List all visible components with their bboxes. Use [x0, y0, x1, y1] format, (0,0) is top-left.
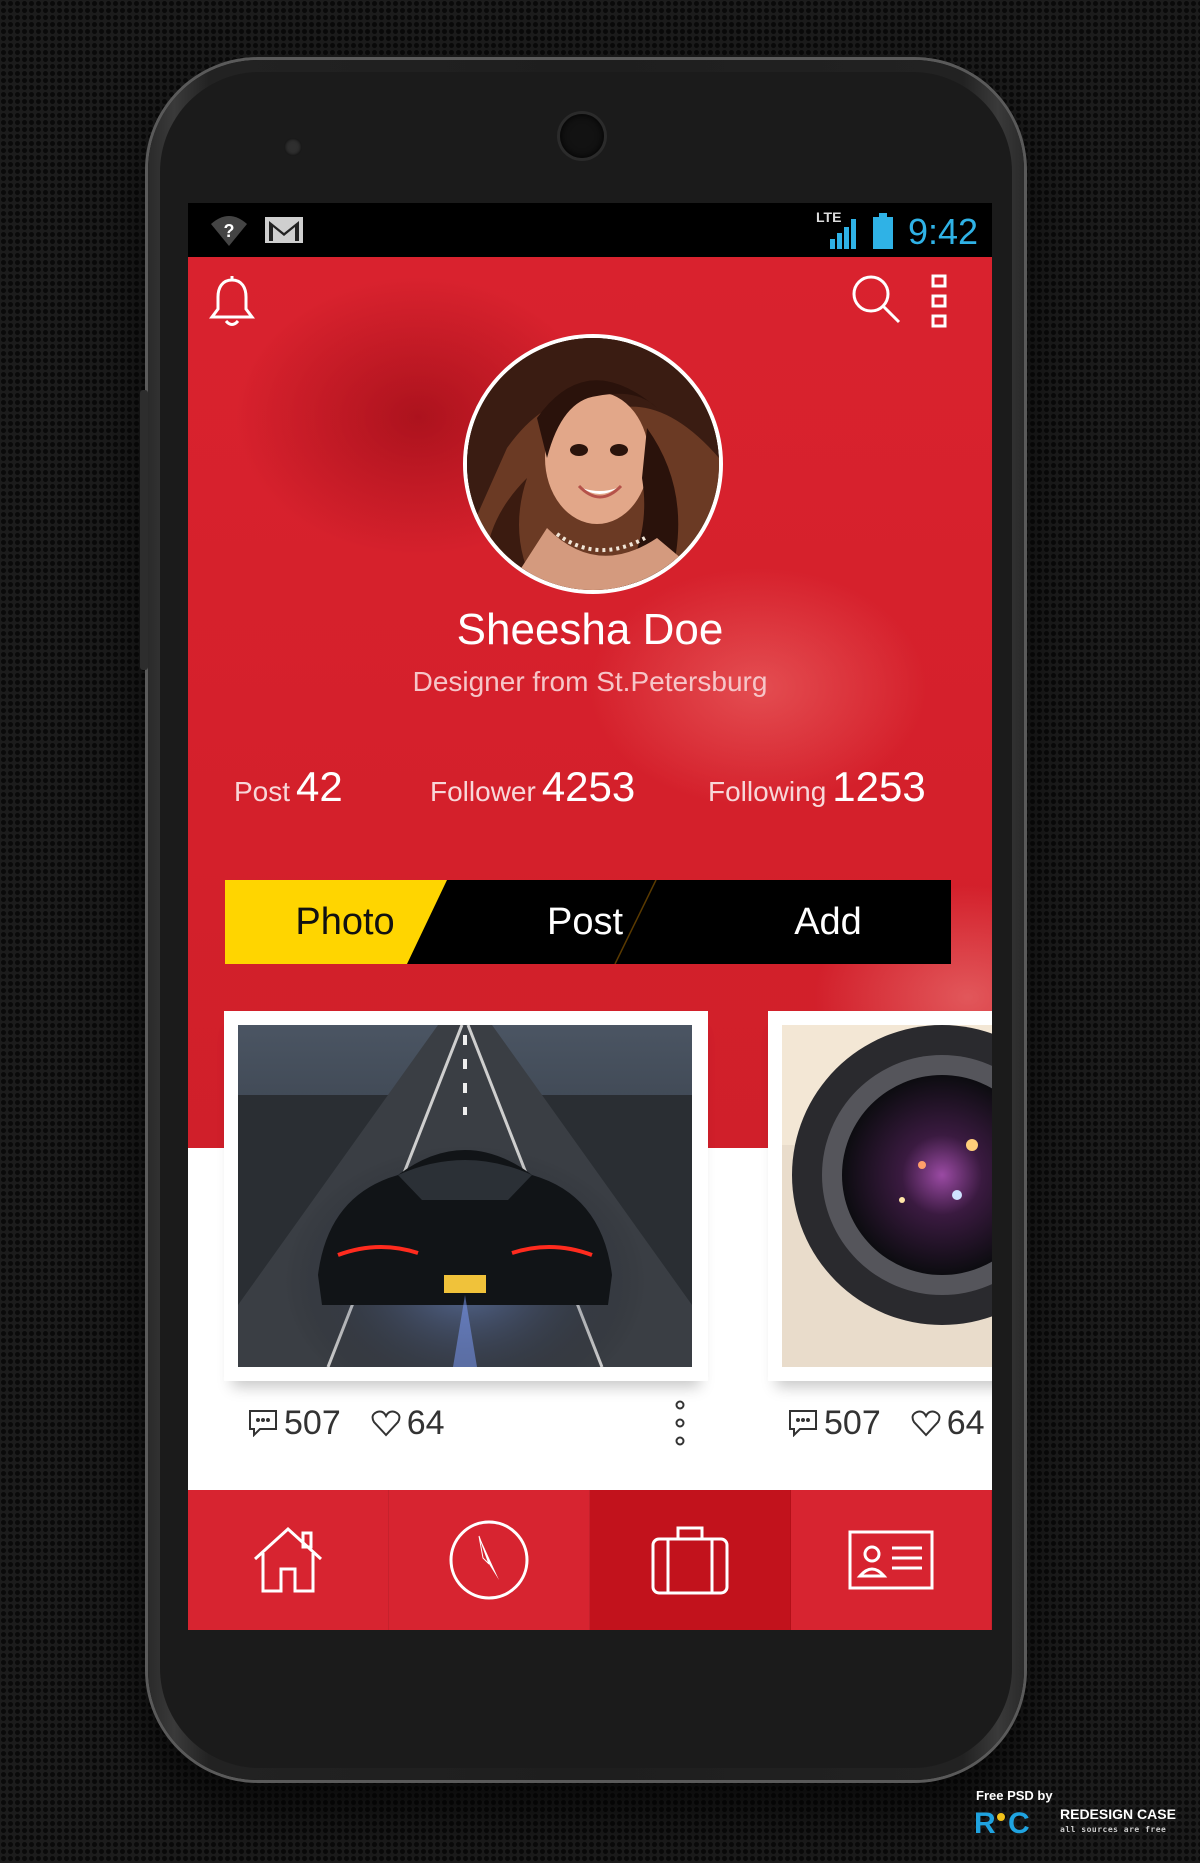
- heart-icon[interactable]: [371, 1409, 401, 1437]
- svg-text:?: ?: [224, 221, 235, 241]
- tab-photo[interactable]: Photo: [225, 880, 465, 964]
- credit-line: Free PSD by: [976, 1788, 1053, 1803]
- search-icon[interactable]: [850, 273, 902, 325]
- profile-tabs: Photo Post Add: [225, 880, 951, 964]
- phone-screen: ? LTE 9:42 Sheesha Doe Designer from St.…: [188, 203, 992, 1630]
- photo-camera-lens: [782, 1025, 992, 1367]
- photo-card-meta: 507 64: [788, 1400, 992, 1446]
- nav-home[interactable]: [188, 1490, 389, 1630]
- comment-icon[interactable]: [788, 1409, 818, 1437]
- briefcase-icon: [651, 1526, 729, 1595]
- tab-add[interactable]: Add: [705, 880, 951, 964]
- status-bar: ? LTE 9:42: [188, 203, 992, 257]
- redesign-case-logo: R C: [974, 1807, 1030, 1837]
- compass-icon: [449, 1520, 529, 1600]
- photo-card[interactable]: [768, 1011, 992, 1381]
- battery-icon: [873, 213, 893, 249]
- like-count: 64: [406, 1403, 445, 1442]
- stat-value: 4253: [541, 763, 636, 810]
- photo-card[interactable]: [224, 1011, 708, 1381]
- credit-watermark: Free PSD by R C REDESIGN CASE all source…: [974, 1788, 1184, 1837]
- bottom-navigation: [188, 1490, 992, 1630]
- status-time: 9:42: [908, 211, 979, 252]
- more-vertical-icon[interactable]: [930, 273, 948, 329]
- stat-label: Follower: [430, 776, 536, 807]
- phone-front-camera: [560, 114, 604, 158]
- nav-explore[interactable]: [389, 1490, 590, 1630]
- comment-count: 507: [284, 1403, 341, 1442]
- phone-sensor: [284, 138, 302, 156]
- nav-profile-card[interactable]: [791, 1490, 992, 1630]
- comment-count: 507: [824, 1403, 881, 1442]
- stat-label: Post: [234, 776, 291, 807]
- svg-text:C: C: [1008, 1807, 1030, 1837]
- home-icon: [253, 1526, 323, 1593]
- phone-side-button: [140, 390, 148, 670]
- stat-following[interactable]: Following 1253: [708, 763, 926, 811]
- stat-label: Following: [708, 776, 827, 807]
- like-count: 64: [946, 1403, 985, 1442]
- comment-icon[interactable]: [248, 1409, 278, 1437]
- tab-post[interactable]: Post: [465, 880, 705, 964]
- bell-icon[interactable]: [208, 275, 256, 329]
- gmail-icon: [265, 217, 303, 243]
- nav-portfolio[interactable]: [590, 1490, 791, 1630]
- photo-card-meta: 507 64: [248, 1400, 475, 1446]
- avatar[interactable]: [463, 334, 723, 594]
- more-vertical-icon[interactable]: [673, 1398, 687, 1448]
- stat-followers[interactable]: Follower 4253: [430, 763, 635, 811]
- profile-name: Sheesha Doe: [456, 605, 724, 654]
- profile-subtitle: Designer from St.Petersburg: [412, 666, 768, 697]
- stat-value: 42: [296, 763, 343, 810]
- signal-icon: [830, 219, 856, 249]
- stat-value: 1253: [832, 763, 926, 810]
- photo-car: [238, 1025, 692, 1367]
- avatar-portrait: [467, 338, 719, 590]
- credit-tagline: all sources are free: [1060, 1825, 1167, 1834]
- heart-icon[interactable]: [911, 1409, 941, 1437]
- credit-brand: REDESIGN CASE: [1060, 1806, 1176, 1822]
- id-card-icon: [848, 1530, 934, 1590]
- wifi-unknown-icon: ?: [211, 216, 247, 246]
- svg-text:R: R: [974, 1807, 996, 1837]
- stat-posts[interactable]: Post 42: [234, 763, 343, 811]
